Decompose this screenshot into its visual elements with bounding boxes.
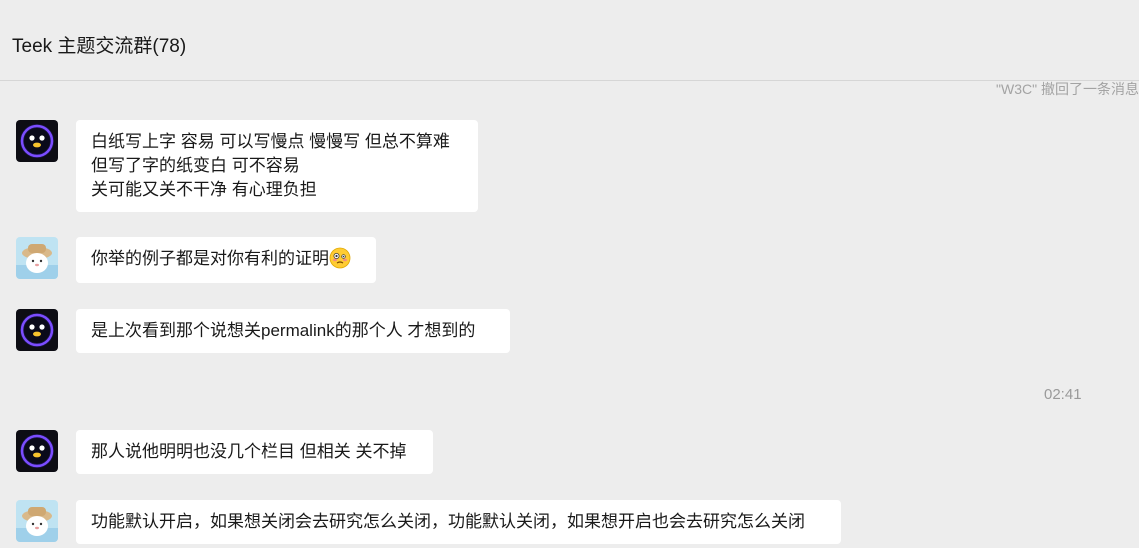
- message-bubble[interactable]: 你举的例子都是对你有利的证明: [76, 237, 376, 283]
- message-line: 关可能又关不干净 有心理负担: [91, 180, 317, 199]
- robot-avatar[interactable]: [16, 430, 58, 472]
- robot-avatar[interactable]: [16, 120, 58, 162]
- chat-window: Teek 主题交流群(78) "W3C" 撤回了一条消息 白纸写上字 容易 可以…: [0, 0, 1139, 548]
- bear-avatar-image: [16, 237, 58, 279]
- message-text: 你举的例子都是对你有利的证明: [91, 249, 329, 268]
- message-bubble[interactable]: 那人说他明明也没几个栏目 但相关 关不掉: [76, 430, 433, 474]
- robot-avatar-image: [16, 309, 58, 351]
- robot-avatar-image: [16, 120, 58, 162]
- woozy-face-emoji: [329, 247, 351, 269]
- message-bubble[interactable]: 功能默认开启，如果想关闭会去研究怎么关闭，功能默认关闭，如果想开启也会去研究怎么…: [76, 500, 841, 544]
- chat-title[interactable]: Teek 主题交流群(78): [12, 35, 186, 59]
- message-bubble[interactable]: 白纸写上字 容易 可以写慢点 慢慢写 但总不算难 但写了字的纸变白 可不容易 关…: [76, 120, 478, 212]
- message-bubble[interactable]: 是上次看到那个说想关permalink的那个人 才想到的: [76, 309, 510, 353]
- robot-avatar[interactable]: [16, 309, 58, 351]
- message-text: 那人说他明明也没几个栏目 但相关 关不掉: [91, 442, 407, 461]
- recall-notice: "W3C" 撤回了一条消息: [996, 81, 1139, 97]
- message-line: 白纸写上字 容易 可以写慢点 慢慢写 但总不算难: [91, 132, 450, 151]
- robot-avatar-image: [16, 430, 58, 472]
- message-text: 功能默认开启，如果想关闭会去研究怎么关闭，功能默认关闭，如果想开启也会去研究怎么…: [91, 512, 805, 531]
- message-text: 是上次看到那个说想关permalink的那个人 才想到的: [91, 321, 476, 340]
- message-timestamp: 02:41: [1044, 386, 1082, 403]
- bear-avatar-image: [16, 500, 58, 542]
- chat-header: Teek 主题交流群(78): [0, 0, 1139, 81]
- message-line: 但写了字的纸变白 可不容易: [91, 156, 300, 175]
- bear-avatar[interactable]: [16, 237, 58, 279]
- bear-avatar[interactable]: [16, 500, 58, 542]
